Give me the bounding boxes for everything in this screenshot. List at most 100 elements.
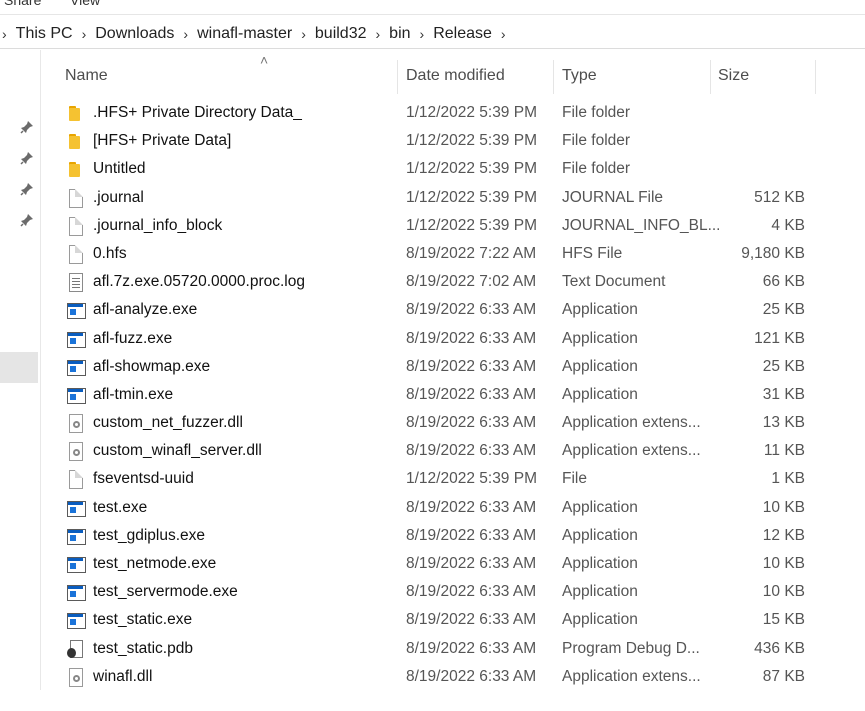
application-icon <box>67 358 86 376</box>
file-date-modified: 8/19/2022 6:33 AM <box>406 583 537 601</box>
file-date-modified: 8/19/2022 6:33 AM <box>406 442 537 460</box>
file-row[interactable]: afl.7z.exe.05720.0000.proc.log 8/19/2022 … <box>40 268 865 296</box>
column-header-date-modified[interactable]: Date modified <box>406 67 505 85</box>
file-date-modified: 1/12/2022 5:39 PM <box>406 470 537 488</box>
chevron-right-icon[interactable]: › <box>418 26 427 42</box>
folder-icon <box>67 104 85 122</box>
file-date-modified: 8/19/2022 7:22 AM <box>406 244 537 262</box>
file-date-modified: 8/19/2022 6:33 AM <box>406 357 537 375</box>
file-row[interactable]: test_gdiplus.exe 8/19/2022 6:33 AM Applica… <box>40 522 865 550</box>
file-row[interactable]: .HFS+ Private Directory Data_ 1/12/2022 5… <box>40 99 865 127</box>
file-size: 121 KB <box>754 329 805 347</box>
column-header-name[interactable]: Name <box>65 67 108 85</box>
file-size: 10 KB <box>762 498 805 516</box>
file-row[interactable]: test_netmode.exe 8/19/2022 6:33 AM Applica… <box>40 550 865 578</box>
column-header-type[interactable]: Type <box>562 67 597 85</box>
breadcrumb-this-pc[interactable]: This PC <box>9 25 80 43</box>
file-name: fseventsd-uuid <box>93 470 194 488</box>
file-row[interactable]: custom_net_fuzzer.dll 8/19/2022 6:33 AM Ap… <box>40 409 865 437</box>
file-row[interactable]: afl-tmin.exe 8/19/2022 6:33 AM Application… <box>40 381 865 409</box>
file-type: Application <box>562 583 638 601</box>
column-divider[interactable] <box>553 60 554 94</box>
file-size: 10 KB <box>762 583 805 601</box>
application-icon <box>67 583 86 602</box>
file-row[interactable]: afl-fuzz.exe 8/19/2022 6:33 AM Application… <box>40 325 865 353</box>
application-icon <box>67 499 86 517</box>
file-size: 4 KB <box>771 216 805 234</box>
folder-icon <box>67 160 85 178</box>
file-date-modified: 8/19/2022 6:33 AM <box>406 385 537 403</box>
file-size: 25 KB <box>762 301 805 319</box>
file-row[interactable]: winafl.dll 8/19/2022 6:33 AM Application e… <box>40 663 865 691</box>
file-name: test.exe <box>93 498 148 516</box>
file-type: Application <box>562 611 638 629</box>
file-size: 66 KB <box>762 273 805 291</box>
file-date-modified: 8/19/2022 6:33 AM <box>406 639 537 657</box>
file-type: File folder <box>562 160 631 178</box>
file-size: 11 KB <box>763 442 805 460</box>
file-row[interactable]: test_servermode.exe 8/19/2022 6:33 AM Appl… <box>40 578 865 606</box>
file-size: 12 KB <box>762 526 805 544</box>
file-type: Program Debug D... <box>562 639 700 657</box>
chevron-right-icon[interactable]: › <box>181 26 190 42</box>
file-size: 31 KB <box>762 385 805 403</box>
column-divider[interactable] <box>710 60 711 94</box>
file-type: Application <box>562 498 638 516</box>
file-size: 9,180 KB <box>741 244 805 262</box>
file-row[interactable]: afl-showmap.exe 8/19/2022 6:33 AM Applicat… <box>40 353 865 381</box>
column-header-size[interactable]: Size <box>718 67 749 85</box>
file-name: test_servermode.exe <box>93 583 238 601</box>
file-row[interactable]: Untitled 1/12/2022 5:39 PM File folder <box>40 155 865 183</box>
pin-icon[interactable] <box>20 182 34 196</box>
breadcrumb-bin[interactable]: bin <box>382 25 417 43</box>
breadcrumb-build32[interactable]: build32 <box>308 25 374 43</box>
breadcrumb-release[interactable]: Release <box>426 25 499 43</box>
file-row[interactable]: test_static.exe 8/19/2022 6:33 AM Applicat… <box>40 606 865 634</box>
file-size: 87 KB <box>762 667 805 685</box>
file-row[interactable]: afl-analyze.exe 8/19/2022 6:33 AM Applicat… <box>40 296 865 324</box>
breadcrumb-downloads[interactable]: Downloads <box>88 25 181 43</box>
pin-icon[interactable] <box>20 120 34 134</box>
file-type: JOURNAL File <box>562 188 664 206</box>
chevron-right-icon[interactable]: › <box>374 26 383 42</box>
file-row[interactable]: [HFS+ Private Data] 1/12/2022 5:39 PM File… <box>40 127 865 155</box>
column-divider[interactable] <box>815 60 816 94</box>
dll-icon <box>67 442 85 462</box>
application-icon <box>67 330 86 348</box>
file-row[interactable]: custom_winafl_server.dll 8/19/2022 6:33 A… <box>40 437 865 465</box>
file-row[interactable]: test.exe 8/19/2022 6:33 AM Application 10 K… <box>40 494 865 522</box>
pin-icon[interactable] <box>20 151 34 165</box>
file-type: Text Document <box>562 273 666 291</box>
application-icon <box>67 386 86 404</box>
pin-icon[interactable] <box>20 213 34 227</box>
navigation-selected-item[interactable] <box>0 352 38 383</box>
file-row[interactable]: test_static.pdb 8/19/2022 6:33 AM Program … <box>40 635 865 663</box>
chevron-right-icon[interactable]: › <box>0 26 9 42</box>
file-type: Application <box>562 526 638 544</box>
file-date-modified: 8/19/2022 7:02 AM <box>406 273 537 291</box>
file-date-modified: 8/19/2022 6:33 AM <box>406 329 537 347</box>
ribbon-tab-view[interactable]: View <box>70 0 100 8</box>
chevron-right-icon[interactable]: › <box>499 26 508 42</box>
chevron-right-icon[interactable]: › <box>299 26 308 42</box>
file-name: afl-tmin.exe <box>93 385 174 403</box>
file-name: .HFS+ Private Directory Data_ <box>93 104 302 121</box>
ribbon-tabs: Share View <box>0 0 865 15</box>
file-type: File folder <box>562 104 631 121</box>
file-row[interactable]: fseventsd-uuid 1/12/2022 5:39 PM File 1 KB <box>40 465 865 493</box>
ribbon-tab-share[interactable]: Share <box>4 0 41 8</box>
file-row[interactable]: 0.hfs 8/19/2022 7:22 AM HFS File 9,180 KB <box>40 240 865 268</box>
file-type: Application <box>562 329 638 347</box>
chevron-right-icon[interactable]: › <box>80 26 89 42</box>
file-row[interactable]: .journal 1/12/2022 5:39 PM JOURNAL File 512… <box>40 184 865 212</box>
column-divider[interactable] <box>397 60 398 94</box>
file-date-modified: 8/19/2022 6:33 AM <box>406 611 537 629</box>
file-date-modified: 8/19/2022 6:33 AM <box>406 667 537 685</box>
file-name: .journal <box>93 188 144 206</box>
file-row[interactable]: .journal_info_block 1/12/2022 5:39 PM JOUR… <box>40 212 865 240</box>
breadcrumb-winafl-master[interactable]: winafl-master <box>190 25 299 43</box>
file-name: afl-fuzz.exe <box>93 329 173 347</box>
file-date-modified: 8/19/2022 6:33 AM <box>406 301 537 319</box>
file-type: Application extens... <box>562 667 701 685</box>
file-size: 15 KB <box>762 611 805 629</box>
